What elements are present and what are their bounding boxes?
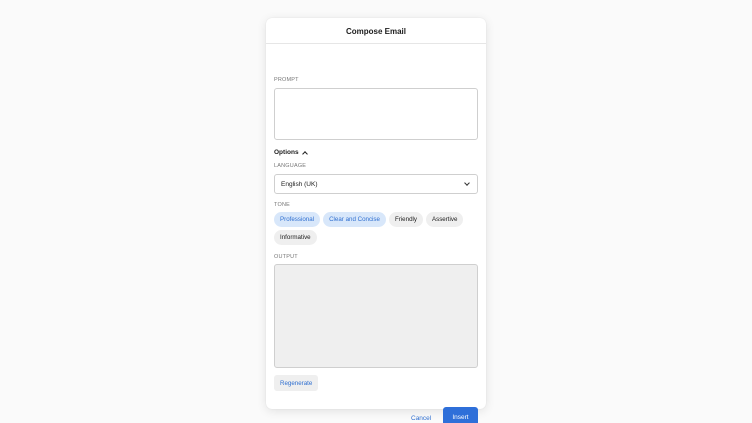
output-area[interactable]	[274, 264, 478, 368]
output-label: OUTPUT	[274, 254, 298, 260]
compose-email-dialog: Compose Email PROMPT Options LANGUAGE En…	[266, 18, 486, 423]
language-label: LANGUAGE	[274, 163, 307, 169]
prompt-label: PROMPT	[274, 77, 299, 83]
prompt-input[interactable]	[274, 88, 478, 140]
tone-chip-professional[interactable]: Professional	[274, 212, 321, 227]
language-select[interactable]: English (UK)	[274, 174, 478, 194]
tone-chip-clear-and-concise[interactable]: Clear and Concise	[323, 212, 386, 227]
dialog-title: Compose Email	[345, 26, 406, 36]
options-toggle[interactable]: Options	[274, 149, 308, 157]
tone-chip-assertive[interactable]: Assertive	[425, 212, 464, 227]
tone-chip-group: Professional Clear and Concise Friendly …	[274, 212, 480, 245]
chevron-down-icon	[464, 179, 470, 186]
options-label: Options	[274, 149, 299, 156]
chevron-up-icon	[301, 150, 308, 157]
insert-button[interactable]: Insert	[443, 407, 478, 423]
tone-chip-friendly[interactable]: Friendly	[388, 212, 423, 227]
regenerate-button[interactable]: Regenerate	[274, 375, 319, 391]
cancel-button[interactable]: Cancel	[405, 408, 437, 423]
dialog-header: Compose Email	[266, 18, 486, 44]
language-value: English (UK)	[281, 180, 318, 188]
tone-chip-informative[interactable]: Informative	[274, 230, 317, 245]
tone-label: TONE	[274, 202, 290, 208]
